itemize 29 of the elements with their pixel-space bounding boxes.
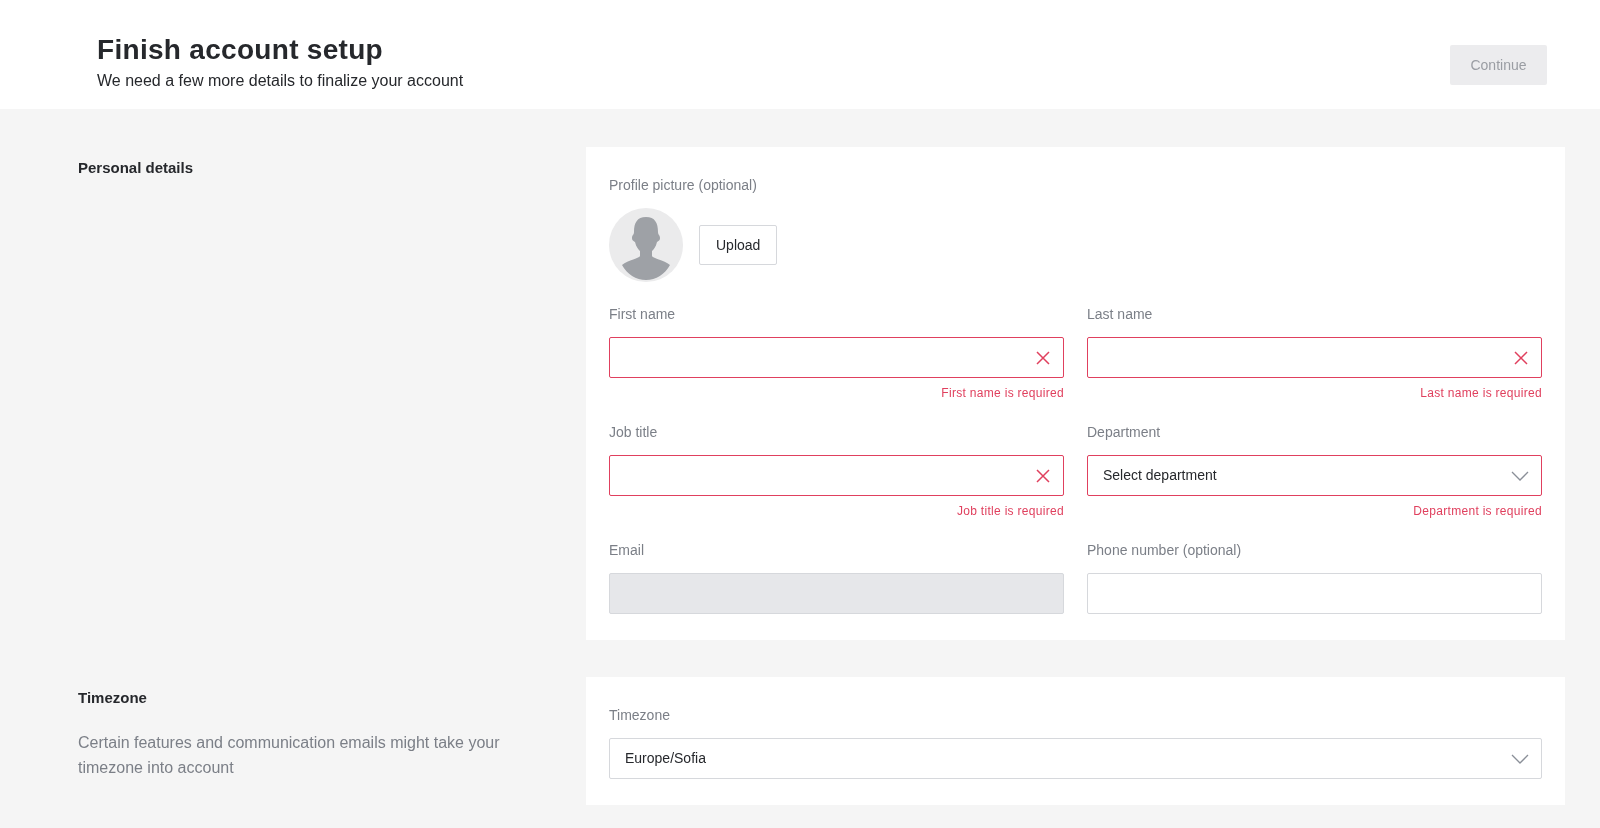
page-title: Finish account setup [97,33,385,67]
page-subtitle: We need a few more details to finalize your account [97,71,464,91]
field-label: Last name [1087,305,1154,324]
section-title: Personal details [78,158,195,178]
field-label: Job title [609,423,659,442]
field-label: Department [1087,423,1162,442]
section-description: Certain features and communication emails might take your timezone into account [78,732,501,778]
error-message: Last name is required [1420,385,1542,402]
input-field[interactable] [1087,337,1542,378]
chevron-down-icon [1511,753,1529,764]
error-message: First name is required [941,385,1064,402]
section-title: Timezone [78,688,148,708]
clear-icon[interactable] [1513,349,1529,366]
clear-icon[interactable] [1035,349,1051,366]
select-field[interactable]: Select department [1087,455,1542,496]
error-message: Job title is required [956,503,1064,520]
field-label: First name [609,305,677,324]
clear-icon[interactable] [1035,467,1051,484]
field-label: Profile picture (optional) [609,176,758,195]
input-field[interactable] [609,455,1064,496]
field-label: Timezone [609,706,671,725]
avatar-silhouette-icon [609,208,683,282]
error-message: Department is required [1413,503,1542,520]
select-field[interactable]: Europe/Sofia [609,738,1542,779]
upload-button[interactable]: Upload [699,225,778,265]
field-label: Email [609,541,645,560]
chevron-down-icon [1511,470,1529,481]
field-label: Phone number (optional) [1087,541,1243,560]
input-field[interactable] [609,337,1064,378]
